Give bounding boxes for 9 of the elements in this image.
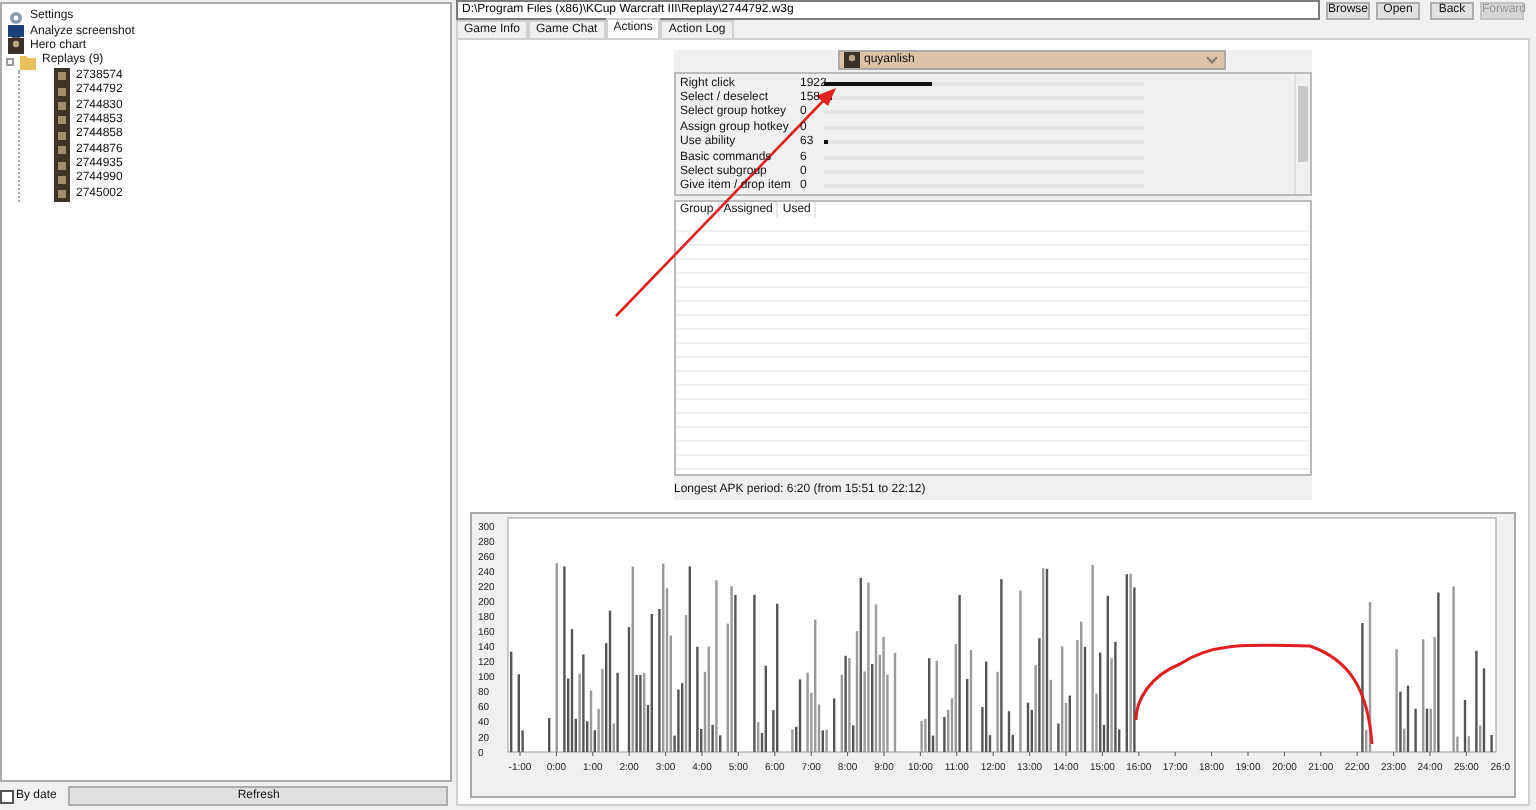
- checkbox[interactable]: [0, 789, 14, 803]
- scrollbar[interactable]: [1294, 74, 1310, 194]
- portrait-icon: [842, 52, 862, 68]
- portrait-icon: [6, 38, 26, 55]
- monitor-icon: [6, 24, 26, 41]
- expander-icon[interactable]: [6, 57, 14, 66]
- folder-icon: [18, 53, 38, 70]
- gear-icon: [6, 9, 26, 26]
- caret-icon: [1206, 52, 1218, 64]
